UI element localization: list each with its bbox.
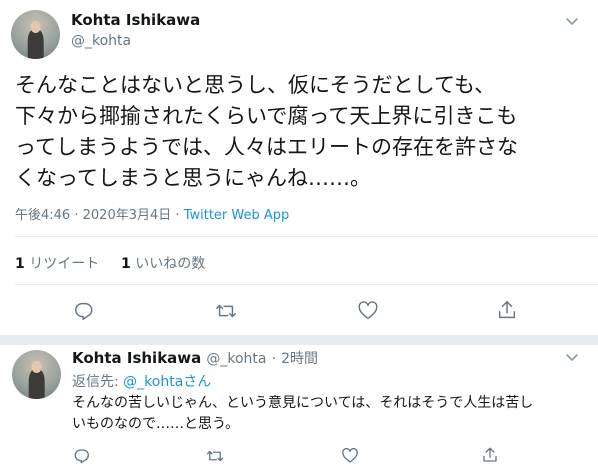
reply-separator: · [271, 351, 277, 367]
avatar[interactable] [11, 10, 60, 59]
reply-avatar[interactable] [12, 350, 61, 399]
chevron-down-icon[interactable] [563, 348, 581, 366]
like-stat[interactable]: 1 いいねの数 [121, 253, 205, 273]
like-icon[interactable] [340, 446, 360, 466]
reply-to-suffix: さん [183, 374, 212, 390]
author-handle[interactable]: @_kohta [71, 33, 131, 49]
tweet-source-link[interactable]: Twitter Web App [184, 208, 290, 223]
tweet-text: そんなことはないと思うし、仮にそうだとしても、 下々から揶揄されたくらいで腐って… [15, 73, 518, 190]
share-icon[interactable] [495, 298, 519, 322]
retweet-label: リツイート [29, 256, 100, 272]
tweet-date[interactable]: 2020年3月4日 [83, 208, 172, 223]
share-icon[interactable] [480, 445, 500, 465]
retweet-stat[interactable]: 1 リツイート [15, 253, 99, 273]
reply-to-line: 返信先: @_kohtaさん [72, 371, 211, 391]
reply-time[interactable]: 2時間 [281, 351, 318, 367]
reply-icon[interactable] [72, 299, 96, 323]
reply-to-handle-link[interactable]: @_kohta [123, 374, 183, 390]
like-count: 1 [121, 256, 131, 272]
retweet-count: 1 [15, 256, 25, 272]
chevron-down-icon[interactable] [563, 12, 581, 30]
meta-separator: · [74, 208, 79, 223]
reply-text: そんなの苦しいじゃん、という意見については、それはそうで人生は苦し いものなので… [72, 395, 534, 432]
reply-author-name[interactable]: Kohta Ishikawa [72, 349, 201, 367]
retweet-icon[interactable] [213, 299, 239, 323]
like-label: いいねの数 [135, 256, 206, 272]
tweet-meta: 午後4:46 · 2020年3月4日 · Twitter Web App [15, 204, 289, 223]
author-name[interactable]: Kohta Ishikawa [71, 11, 200, 29]
meta-separator: · [175, 208, 180, 223]
reply-header: Kohta Ishikawa @_kohta · 2時間 [72, 348, 318, 368]
divider [0, 335, 598, 345]
reply-author-handle[interactable]: @_kohta [206, 351, 266, 367]
retweet-icon[interactable] [204, 446, 226, 466]
reply-icon[interactable] [72, 446, 92, 466]
divider [15, 236, 598, 237]
divider [15, 284, 598, 285]
like-icon[interactable] [356, 299, 380, 323]
reply-to-label: 返信先: [72, 374, 119, 390]
tweet-time[interactable]: 午後4:46 [15, 208, 70, 223]
